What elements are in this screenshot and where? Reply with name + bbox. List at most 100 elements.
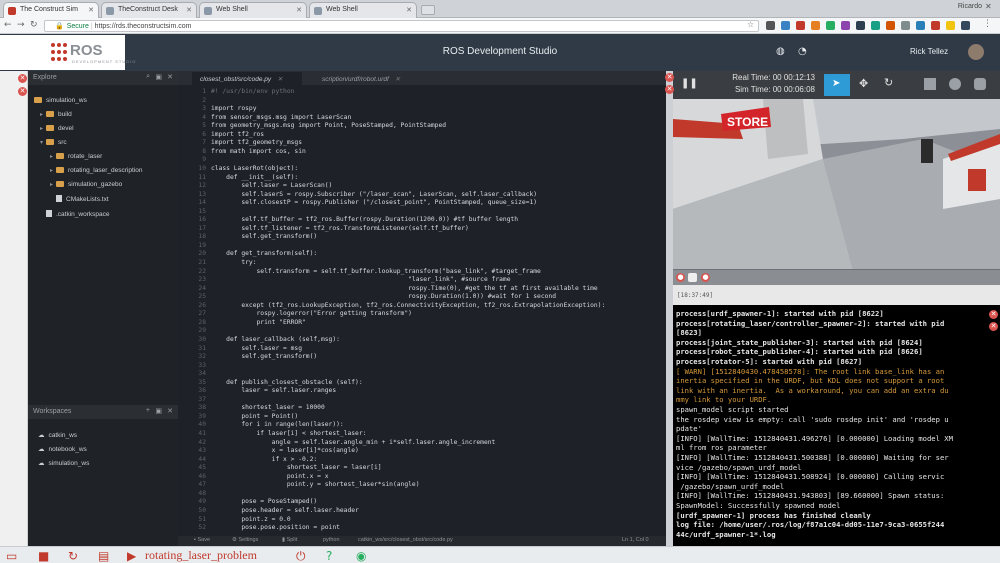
power-icon[interactable]: ⏻: [296, 549, 306, 563]
close-tab-icon[interactable]: ✕: [88, 6, 94, 14]
close-icon[interactable]: ✕: [167, 407, 173, 415]
code-line[interactable]: class LaserRot(object):: [211, 165, 298, 172]
window-close-icon[interactable]: ✕: [985, 2, 992, 11]
code-line[interactable]: def publish_closest_obstacle (self):: [211, 379, 363, 386]
extension-icon[interactable]: [766, 21, 775, 30]
cylinder-shape-icon[interactable]: [974, 78, 986, 90]
tree-item[interactable]: ▸ devel: [40, 125, 74, 132]
close-icon[interactable]: ✕: [989, 310, 998, 319]
extension-icon[interactable]: [916, 21, 925, 30]
code-line[interactable]: shortest_laser = 10000: [211, 404, 324, 411]
editor-tab[interactable]: closest_obst/src/code.py ✕: [192, 72, 302, 85]
code-line[interactable]: self.get_transform(): [211, 233, 317, 240]
close-icon[interactable]: ✕: [18, 74, 27, 83]
sphere-shape-icon[interactable]: [949, 78, 961, 90]
code-line[interactable]: self.tf_buffer = tf2_ros.Buffer(rospy.Du…: [211, 216, 518, 223]
terminal[interactable]: process[urdf_spawner-1]: started with pi…: [673, 305, 1000, 546]
language-label[interactable]: python: [323, 537, 340, 543]
extension-icon[interactable]: [931, 21, 940, 30]
code-line[interactable]: angle = self.laser.angle_min + i*self.la…: [211, 439, 496, 446]
code-line[interactable]: if x > -0.2:: [211, 456, 318, 463]
play-icon[interactable]: ▶: [127, 549, 136, 563]
extension-icon[interactable]: [856, 21, 865, 30]
camera-icon[interactable]: ▣: [155, 407, 162, 415]
code-line[interactable]: point = Point(): [211, 413, 298, 420]
code-line[interactable]: def __init__(self):: [211, 174, 298, 181]
close-tab-icon[interactable]: ✕: [406, 6, 412, 14]
select-tool-button[interactable]: ➤: [824, 74, 850, 96]
rotate-tool-icon[interactable]: ↻: [884, 76, 893, 89]
workspace-item[interactable]: ☁ catkin_ws: [38, 431, 77, 439]
tree-item[interactable]: ▾ src: [40, 139, 67, 146]
code-line[interactable]: #! /usr/bin/env python: [211, 88, 294, 95]
code-line[interactable]: rospy.Duration(1.0)) #wait for 1 second: [211, 293, 556, 300]
code-line[interactable]: rospy.Time(0), #get the tf at first avai…: [211, 285, 598, 292]
close-icon[interactable]: ✕: [665, 85, 674, 94]
close-tab-icon[interactable]: ✕: [296, 6, 302, 14]
browser-tab[interactable]: The Construct Sim ✕: [3, 2, 99, 18]
search-icon[interactable]: ⌕: [146, 73, 150, 81]
add-icon[interactable]: +: [146, 407, 150, 414]
close-icon[interactable]: ✕: [665, 73, 674, 82]
forward-icon[interactable]: →: [17, 20, 25, 30]
extension-icon[interactable]: [871, 21, 880, 30]
workspace-item[interactable]: ☁ simulation_ws: [38, 459, 89, 467]
gazebo-3d-view[interactable]: STORE: [673, 99, 1000, 270]
code-line[interactable]: def laser_callback (self,msg):: [211, 336, 340, 343]
back-icon[interactable]: ←: [4, 20, 12, 30]
tree-item[interactable]: simulation_ws: [34, 97, 87, 104]
extension-icon[interactable]: [811, 21, 820, 30]
code-line[interactable]: print "ERROR": [211, 319, 305, 326]
browser-menu-icon[interactable]: ⋮: [983, 19, 992, 29]
code-line[interactable]: except (tf2_ros.LookupException, tf2_ros…: [211, 302, 605, 309]
translate-tool-icon[interactable]: ✥: [859, 77, 868, 90]
code-line[interactable]: for i in range(len(laser)):: [211, 421, 343, 428]
close-tab-icon[interactable]: ✕: [395, 76, 400, 83]
screenshot-icon[interactable]: ●: [701, 273, 710, 282]
code-line[interactable]: self.laserS = rospy.Subscriber ("/laser_…: [211, 191, 537, 198]
help-icon[interactable]: ?: [326, 549, 332, 563]
code-line[interactable]: self.tf_listener = tf2_ros.TransformList…: [211, 225, 468, 232]
user-name[interactable]: Rick Tellez: [910, 47, 948, 56]
editor-tab[interactable]: scription/urdf/robot.urdf ✕: [314, 72, 424, 85]
extension-icon[interactable]: [781, 21, 790, 30]
reload-icon[interactable]: ↻: [30, 20, 38, 30]
new-tab-button[interactable]: [421, 5, 435, 15]
code-line[interactable]: import rospy: [211, 105, 257, 112]
close-icon[interactable]: ✕: [167, 73, 173, 81]
code-line[interactable]: from geometry_msgs.msg import Point, Pos…: [211, 122, 446, 129]
extension-icon[interactable]: [961, 21, 970, 30]
code-line[interactable]: import tf2_geometry_msgs: [211, 139, 302, 146]
address-bar[interactable]: 🔒 Secure | https://rds.theconstructsim.co…: [44, 20, 759, 32]
code-line[interactable]: pose.header = self.laser.header: [211, 507, 359, 514]
code-line[interactable]: try:: [211, 259, 256, 266]
code-line[interactable]: self.get_transform(): [211, 353, 317, 360]
save-icon[interactable]: ▤: [98, 549, 109, 563]
code-line[interactable]: from sensor_msgs.msg import LaserScan: [211, 114, 351, 121]
close-tab-icon[interactable]: ✕: [186, 6, 192, 14]
extension-icon[interactable]: [886, 21, 895, 30]
bookmark-star-icon[interactable]: ☆: [747, 20, 754, 29]
code-line[interactable]: x = laser[i]*cos(angle): [211, 447, 359, 454]
tree-item[interactable]: ▸ rotating_laser_description: [50, 167, 142, 174]
code-line[interactable]: point.z = 0.0: [211, 516, 290, 523]
close-icon[interactable]: ✕: [989, 322, 998, 331]
code-line[interactable]: rospy.logerror("Error getting transform"…: [211, 310, 411, 317]
extension-icon[interactable]: [901, 21, 910, 30]
settings-button[interactable]: ⚙ Settings: [232, 537, 258, 543]
code-line[interactable]: pose = PoseStamped(): [211, 498, 317, 505]
refresh-icon[interactable]: ↻: [68, 549, 78, 563]
code-line[interactable]: point.x = x: [211, 473, 329, 480]
browser-user-name[interactable]: Ricardo: [958, 3, 982, 10]
clock-icon[interactable]: ◔: [798, 46, 807, 57]
extension-icon[interactable]: [796, 21, 805, 30]
camera-icon[interactable]: ▣: [155, 73, 162, 81]
code-line[interactable]: "laser_link", #source frame: [211, 276, 510, 283]
tree-item[interactable]: .catkin_workspace: [46, 210, 109, 218]
problem-name[interactable]: rotating_laser_problem: [145, 548, 257, 563]
code-line[interactable]: if laser[i] < shortest_laser:: [211, 430, 366, 437]
avatar[interactable]: [968, 44, 984, 60]
extension-icon[interactable]: [946, 21, 955, 30]
chat-icon[interactable]: ◉: [356, 549, 366, 563]
code-line[interactable]: self.laser = msg: [211, 345, 302, 352]
